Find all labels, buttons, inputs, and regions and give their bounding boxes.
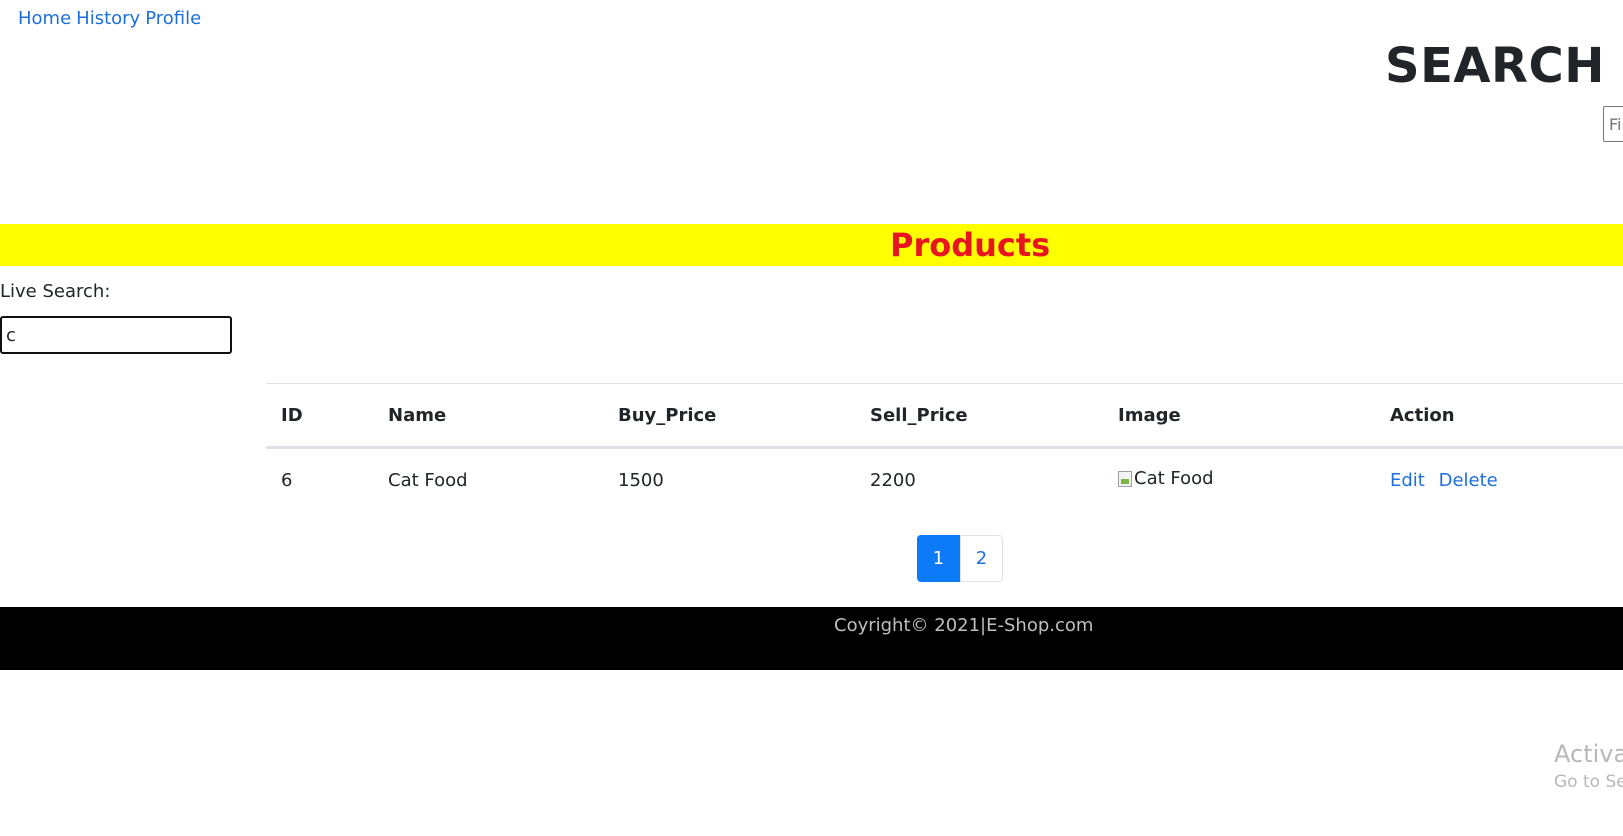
activation-watermark-title: Activat bbox=[1554, 740, 1623, 768]
header-name: Name bbox=[373, 383, 603, 449]
header-action: Action bbox=[1375, 383, 1623, 449]
product-image-alt: Cat Food bbox=[1134, 468, 1214, 490]
product-image: Cat Food bbox=[1118, 468, 1214, 489]
edit-link[interactable]: Edit bbox=[1390, 470, 1425, 491]
table-row: 6 Cat Food 1500 2200 Cat Food Edit Delet… bbox=[266, 448, 1623, 512]
cell-action: Edit Delete bbox=[1375, 448, 1623, 512]
footer-copyright: Coyright© 2021|E-Shop.com bbox=[834, 615, 1094, 636]
page-1-button[interactable]: 1 bbox=[917, 535, 960, 582]
footer bbox=[0, 607, 1623, 670]
cell-id: 6 bbox=[281, 469, 293, 491]
live-search-input[interactable] bbox=[0, 316, 232, 354]
activation-watermark-subtitle: Go to Se bbox=[1554, 772, 1623, 792]
header-buy-price: Buy_Price bbox=[603, 383, 855, 449]
page-2-button[interactable]: 2 bbox=[960, 535, 1003, 582]
table-header-row: ID Name Buy_Price Sell_Price Image Actio… bbox=[266, 383, 1623, 449]
header-image: Image bbox=[1103, 383, 1375, 449]
page: HomeHistoryProfile SEARCH FO Fi Products… bbox=[0, 0, 1623, 836]
nav-profile-link[interactable]: Profile bbox=[145, 8, 201, 29]
delete-link[interactable]: Delete bbox=[1439, 470, 1498, 491]
broken-image-icon bbox=[1118, 470, 1132, 487]
cell-image: Cat Food bbox=[1103, 448, 1375, 512]
nav-home-link[interactable]: Home bbox=[18, 8, 71, 29]
cell-sell-price: 2200 bbox=[870, 469, 916, 491]
products-title: Products bbox=[890, 226, 1051, 264]
header-sell-price: Sell_Price bbox=[855, 383, 1103, 449]
file-input[interactable]: Fi bbox=[1603, 106, 1623, 142]
header-id: ID bbox=[266, 383, 373, 449]
products-table: ID Name Buy_Price Sell_Price Image Actio… bbox=[266, 383, 1623, 511]
cell-name: Cat Food bbox=[388, 469, 468, 491]
search-title: SEARCH FO bbox=[1385, 38, 1623, 94]
products-banner bbox=[0, 224, 1623, 266]
live-search-label: Live Search: bbox=[0, 281, 111, 302]
cell-buy-price: 1500 bbox=[618, 469, 664, 491]
nav-history-link[interactable]: History bbox=[76, 8, 140, 29]
pagination: 1 2 bbox=[917, 535, 1003, 582]
top-nav: Home History Profile bbox=[18, 8, 206, 29]
